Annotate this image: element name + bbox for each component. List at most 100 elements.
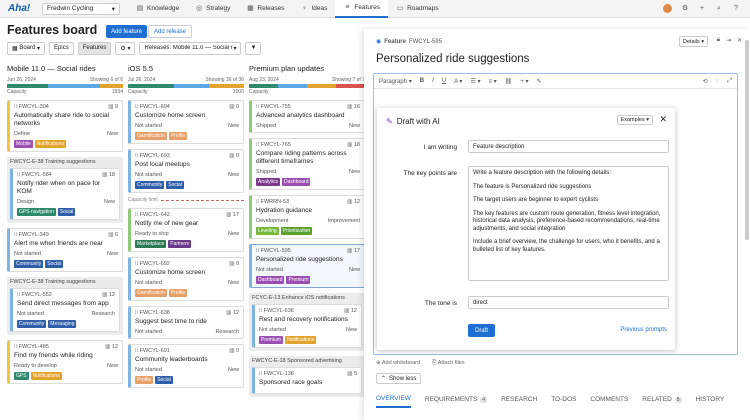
tab-requirements[interactable]: REQUIREMENTS 4 [425, 395, 488, 408]
feature-card[interactable]: ⁞⁞ FWCYL-765 ▥ 18 Compare riding patterns … [249, 138, 365, 190]
tag-badge[interactable]: Dashboard [256, 276, 285, 284]
settings-menu[interactable]: ⚙ ▾ [115, 41, 136, 55]
tone-input[interactable]: direct [468, 296, 669, 309]
tab-related[interactable]: RELATED 8 [642, 395, 682, 408]
feature-card[interactable]: ⁞⁞ FWCYL-693 ▥ 0 Post local meetups Not sta… [128, 149, 244, 193]
add-feature-button[interactable]: Add feature [106, 25, 148, 38]
filter-button[interactable]: ▼ [245, 41, 262, 55]
tag-badge[interactable]: GPS navigation [17, 208, 56, 216]
tag-badge[interactable]: Gamification [135, 132, 167, 140]
nav-item-roadmaps[interactable]: ▭ Roadmaps [388, 0, 446, 18]
align-icon[interactable]: ≡ ▾ [489, 78, 497, 85]
panel-scrollbar[interactable] [745, 40, 749, 240]
tab-history[interactable]: HISTORY [696, 395, 725, 408]
tag-badge[interactable]: Social [57, 208, 76, 216]
feature-card[interactable]: ⁞⁞ FWCYL-349 ▥ 6 Alert me when friends are… [7, 228, 123, 272]
tag-badge[interactable]: Notifications [30, 372, 62, 380]
feature-card[interactable]: ⁞⁞ FWCYL-485 ▥ 12 Find my friends while ri… [7, 340, 123, 384]
attach-files-link[interactable]: ⎘ Attach files [432, 360, 465, 367]
examples-dropdown[interactable]: Examples ▾ [616, 115, 653, 125]
tag-badge[interactable]: Profile [135, 376, 154, 384]
tag-badge[interactable]: Social [155, 376, 173, 384]
epic-group-label[interactable]: FCYC-E-13 Enhance iOS notifications [252, 295, 362, 301]
keypoints-textarea[interactable]: Write a feature description with the fol… [468, 166, 669, 281]
tag-badge[interactable]: Mobile [14, 140, 33, 148]
add-whiteboard-link[interactable]: ⊕ Add whiteboard [376, 360, 420, 367]
feature-card[interactable]: ⁞⁞ FWCYL-642 ▥ 17 Notify me of new gear Rea… [128, 208, 244, 252]
history-icon[interactable]: ⟲ [703, 78, 708, 85]
aha-logo[interactable]: Aha! [8, 3, 42, 14]
tag-badge[interactable]: Social [45, 260, 63, 268]
nav-item-releases[interactable]: ▦ Releases [238, 0, 292, 18]
italic-icon[interactable]: I [432, 78, 434, 84]
expand-icon[interactable]: ⤢ [727, 78, 732, 85]
epics-toggle[interactable]: Epics [49, 41, 74, 55]
tag-badge[interactable]: Community [17, 320, 47, 328]
feature-card[interactable]: ⁞⁞ FWCYL-304 ▥ 9 Automatically share ride … [7, 100, 123, 152]
nav-item-knowledge[interactable]: ▤ Knowledge [128, 0, 187, 18]
tag-badge[interactable]: Prioritization [280, 227, 313, 235]
feature-card[interactable]: ⁞⁞ FWCYL-694 ▥ 0 Customize home screen Not … [128, 100, 244, 144]
feature-card[interactable]: ⁞⁞ FWCYL-552 ▥ 12 Send direct messages fro… [10, 288, 120, 332]
epic-group-label[interactable]: FWCYC-E-38 Training suggestions [10, 279, 120, 285]
releases-filter[interactable]: Releases: Mobile 11.0 — Social ride...▾ [139, 41, 242, 55]
tag-badge[interactable]: Notifications [34, 140, 66, 148]
previous-prompts-link[interactable]: Previous prompts [620, 327, 667, 333]
tag-badge[interactable]: Messaging [48, 320, 77, 328]
feature-card[interactable]: ⁞⁞ FWCYL-636 ▥ 12 Rest and recovery notifi… [252, 304, 362, 348]
tag-badge[interactable]: Leveling [256, 227, 279, 235]
tab-research[interactable]: RESEARCH [501, 395, 537, 408]
feature-id[interactable]: FWCYL-595 [409, 39, 442, 45]
column-title[interactable]: Mobile 11.0 — Social rides [7, 64, 123, 74]
epic-group-label[interactable]: FWCYC-E-18 Sponsored advertising [252, 358, 362, 364]
avatar[interactable] [663, 4, 672, 13]
nav-item-ideas[interactable]: ♀ Ideas [293, 0, 336, 18]
tag-badge[interactable]: Partners [168, 240, 192, 248]
workspace-selector[interactable]: Fredwin Cycling ▾ [42, 2, 120, 15]
tag-badge[interactable]: Analytics [256, 178, 281, 186]
tag-badge[interactable]: Premium [286, 276, 311, 284]
text-color-icon[interactable]: A ▾ [454, 78, 462, 85]
help-icon[interactable]: ? [732, 5, 740, 13]
tag-badge[interactable]: Community [135, 181, 165, 189]
collapse-icon[interactable]: ⇥ [726, 37, 731, 44]
tag-badge[interactable]: Profile [168, 132, 187, 140]
feature-card[interactable]: ⁞⁞ FWCYL-691 ▥ 0 Community leaderboards Not… [128, 344, 244, 388]
draft-button[interactable]: Draft [468, 324, 496, 337]
add-release-button[interactable]: Add release [148, 25, 193, 38]
close-icon[interactable]: ✕ [737, 37, 742, 44]
feature-card[interactable]: ⁞⁞ FWCYL-692 ▥ 0 Customize home screen Not … [128, 257, 244, 301]
tab-comments[interactable]: COMMENTS [590, 395, 628, 408]
tag-badge[interactable]: Social [166, 181, 184, 189]
link-icon[interactable]: ⛓ [505, 78, 513, 85]
tag-badge[interactable]: Premium [259, 336, 284, 344]
feature-card[interactable]: ⁞⁞ FWRRN-53 ▥ 12 Hydration guidance Develop… [249, 195, 365, 239]
feature-card[interactable]: ⁞⁞ FWCYL-138 ▥ 5 Sponsored race goals [252, 367, 362, 394]
description-editor[interactable]: Paragraph ▾ B I U A ▾ ☰ ▾ ≡ ▾ ⛓ + ▾ ✎ ⟲ … [373, 73, 738, 355]
nav-item-features[interactable]: ≡ Features [335, 0, 389, 18]
bold-icon[interactable]: B [420, 78, 424, 84]
show-less-button[interactable]: ⌃ Show less [376, 373, 422, 384]
close-icon[interactable]: ✕ [659, 114, 667, 125]
tag-badge[interactable]: Gamification [135, 289, 167, 297]
lock-icon[interactable]: 🔒︎ [717, 37, 720, 44]
paragraph-style-select[interactable]: Paragraph ▾ [379, 78, 412, 85]
feature-card[interactable]: ⁞⁞ FWCYL-638 ▥ 12 Suggest best time to rid… [128, 306, 244, 339]
insert-icon[interactable]: + ▾ [520, 78, 528, 85]
ai-icon[interactable]: ✎ [537, 78, 542, 85]
feature-card[interactable]: ⁞⁞ FWCYL-584 ▥ 18 Notify rider when on pac… [10, 168, 120, 220]
tag-badge[interactable]: Marketplace [135, 240, 167, 248]
column-title[interactable]: Premium plan updates [249, 64, 365, 74]
writing-input[interactable]: Feature description [468, 140, 669, 153]
epic-group-label[interactable]: FWCYC-E-38 Training suggestions [10, 159, 120, 165]
tag-badge[interactable]: Dashboard [282, 178, 311, 186]
list-icon[interactable]: ☰ ▾ [470, 78, 480, 85]
search-icon[interactable]: ⌕ [715, 5, 723, 13]
tab-overview[interactable]: OVERVIEW [376, 395, 411, 408]
tag-badge[interactable]: Community [14, 260, 44, 268]
nav-item-strategy[interactable]: ◎ Strategy [187, 0, 238, 18]
column-title[interactable]: iOS 5.5 [128, 64, 244, 74]
features-toggle[interactable]: Features [77, 41, 112, 55]
gear-icon[interactable]: ⚙ [681, 5, 689, 13]
comment-icon[interactable]: ◌ [716, 78, 720, 84]
